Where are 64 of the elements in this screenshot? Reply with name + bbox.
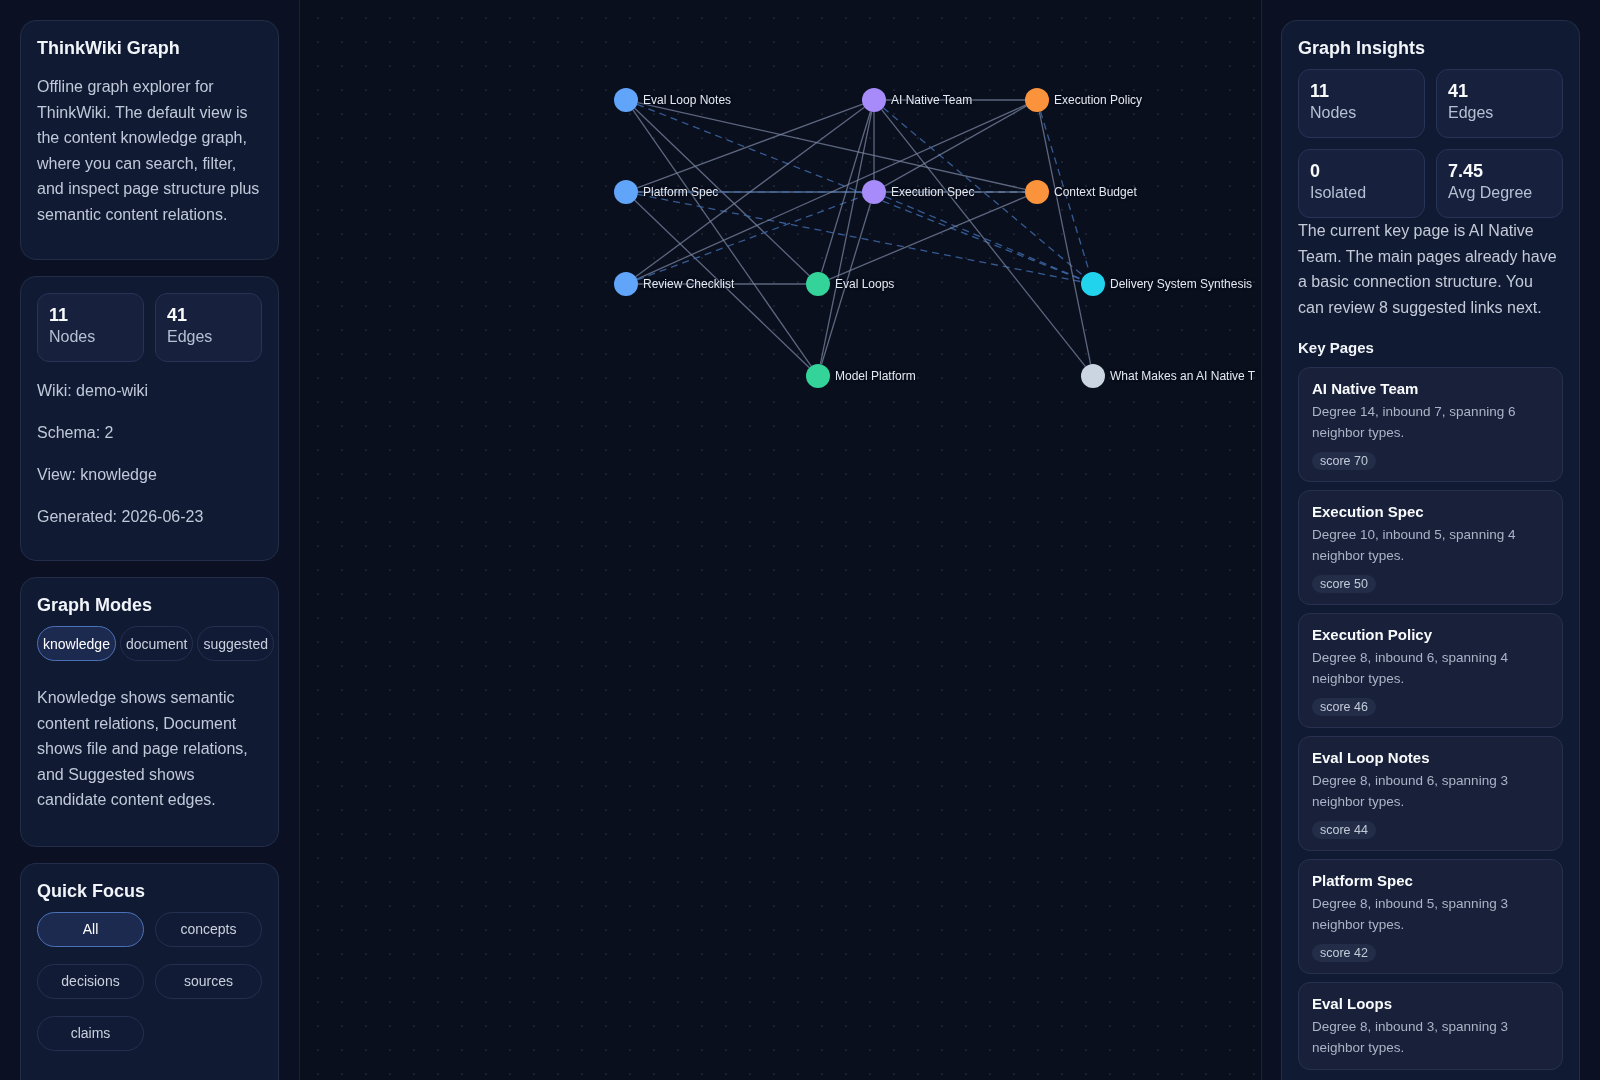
score-badge: score 70 (1312, 452, 1376, 470)
score-badge: score 46 (1312, 698, 1376, 716)
stat-label: Isolated (1310, 183, 1368, 203)
key-page-card[interactable]: AI Native Team Degree 14, inbound 7, spanning 6 neighbor types. score 70 (1298, 367, 1563, 482)
meta-text: Schema: 2 (37, 423, 115, 443)
stat-value: 41 (1448, 80, 1470, 102)
stat-label: Edges (167, 327, 214, 347)
key-page-title: Execution Policy (1312, 625, 1433, 645)
stat-label: Nodes (49, 327, 97, 347)
filter-button[interactable]: claims (37, 1015, 144, 1051)
app-description: Offline graph explorer for ThinkWiki. The default view is the content knowledge graph, where you can search, filter, and inspect page structure plus semantic content relations. (37, 77, 261, 225)
score-badge: score 50 (1312, 575, 1376, 593)
graph-node[interactable] (1081, 364, 1105, 388)
section-title: Quick Focus (37, 879, 147, 902)
meta-text: View: knowledge (37, 465, 158, 485)
filter-button[interactable]: decisions (37, 963, 144, 999)
key-page-title: Platform Spec (1312, 871, 1413, 891)
key-page-card[interactable]: Execution Spec Degree 10, inbound 5, spanning 4 neighbor types. score 50 (1298, 490, 1563, 605)
node-label: Delivery System Synthesis (1110, 276, 1253, 292)
filter-button[interactable]: sources (155, 963, 262, 999)
section-title: Graph Modes (37, 594, 153, 616)
graph-node[interactable] (614, 272, 638, 296)
app-title: ThinkWiki Graph (37, 37, 181, 59)
node-label: What Makes an AI Native T (1110, 368, 1256, 384)
filter-button[interactable]: All (37, 911, 144, 947)
key-page-description: Degree 8, inbound 5, spanning 3 neighbor types. (1312, 895, 1509, 934)
stat-value: 41 (167, 304, 189, 326)
graph-node[interactable] (614, 180, 638, 204)
key-page-description: Degree 14, inbound 7, spanning 6 neighbor types. (1312, 403, 1517, 442)
stat-label: Avg Degree (1448, 183, 1534, 203)
mode-tab[interactable]: suggested (197, 626, 275, 661)
key-page-title: Eval Loops (1312, 994, 1393, 1014)
mode-tab[interactable]: knowledge (37, 626, 116, 661)
key-page-title: Eval Loop Notes (1312, 748, 1430, 768)
key-page-description: Degree 8, inbound 6, spanning 3 neighbor types. (1312, 772, 1509, 811)
graph-node[interactable] (614, 88, 638, 112)
node-label: Model Platform (835, 368, 916, 384)
stat-value: 11 (1310, 80, 1331, 102)
stat-value: 11 (49, 304, 70, 326)
stat-value: 7.45 (1448, 160, 1485, 182)
key-page-card[interactable]: Platform Spec Degree 8, inbound 5, spanning 3 neighbor types. score 42 (1298, 859, 1563, 974)
score-badge: score 42 (1312, 944, 1376, 962)
stat-label: Nodes (1310, 103, 1358, 123)
node-label: Execution Policy (1054, 92, 1143, 108)
key-page-card[interactable]: Execution Policy Degree 8, inbound 6, spanning 4 neighbor types. score 46 (1298, 613, 1563, 728)
stat-value: 0 (1310, 160, 1321, 182)
key-page-title: AI Native Team (1312, 379, 1419, 399)
key-pages-title: Key Pages (1298, 338, 1375, 358)
key-page-title: Execution Spec (1312, 502, 1424, 522)
key-page-card[interactable]: Eval Loops Degree 8, inbound 3, spanning 3 neighbor types. (1298, 982, 1563, 1070)
key-page-description: Degree 8, inbound 6, spanning 4 neighbor types. (1312, 649, 1509, 688)
graph-node[interactable] (806, 364, 830, 388)
filter-button[interactable]: concepts (155, 911, 262, 947)
score-badge: score 44 (1312, 821, 1376, 839)
mode-tab[interactable]: document (119, 626, 194, 661)
insight-summary: The current key page is AI Native Team. The main pages already have a basic connection structure. You can review 8 suggested links next. (1298, 221, 1558, 318)
meta-text: Generated: 2026-06-23 (37, 507, 205, 527)
key-page-card[interactable]: Eval Loop Notes Degree 8, inbound 6, spanning 3 neighbor types. score 44 (1298, 736, 1563, 851)
key-page-description: Degree 8, inbound 3, spanning 3 neighbor types. (1312, 1018, 1509, 1057)
key-page-description: Degree 10, inbound 5, spanning 4 neighbor types. (1312, 526, 1517, 565)
meta-text: Wiki: demo-wiki (37, 381, 150, 401)
section-title: Graph Insights (1298, 37, 1426, 59)
modes-description: Knowledge shows semantic content relations, Document shows file and page relations, and Suggested shows candidate content edges. (37, 688, 249, 810)
stat-label: Edges (1448, 103, 1495, 123)
